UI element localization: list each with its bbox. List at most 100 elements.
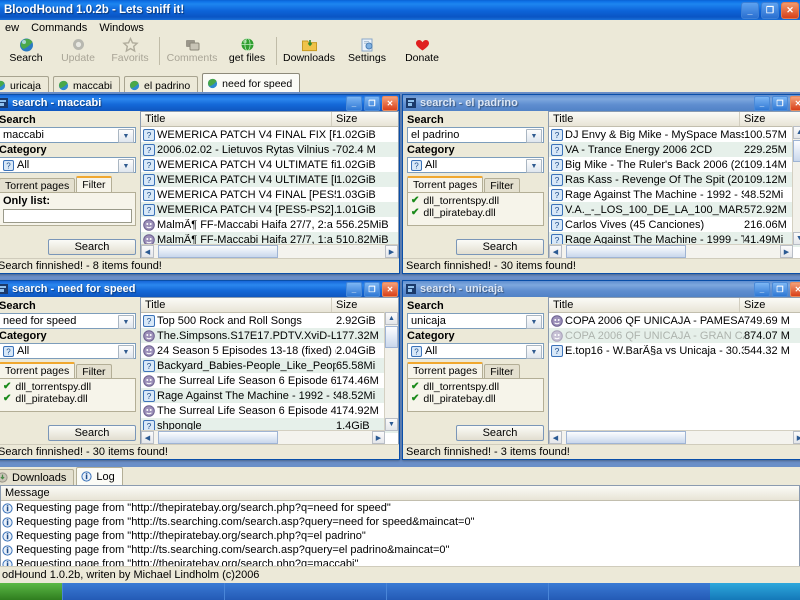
maximize-icon[interactable]: ❐	[772, 282, 788, 297]
scroll-thumb[interactable]	[793, 140, 800, 162]
tab-torrent-pages[interactable]: Torrent pages	[407, 362, 484, 378]
chevron-down-icon[interactable]: ▼	[526, 345, 542, 359]
plugin-checkbox-row[interactable]: ✔ dll_torrentspy.dll	[411, 381, 540, 393]
minimize-icon[interactable]: _	[741, 2, 759, 19]
scroll-up-icon[interactable]: ▲	[793, 126, 800, 139]
table-row[interactable]: ?V.A._-_LOS_100_DE_LA_100_MARZO-5CD-...5…	[549, 202, 800, 217]
horizontal-scrollbar[interactable]: ◀ ▶	[141, 244, 398, 258]
table-row[interactable]: 24 Season 5 Episodes 13-18 (fixed) (RIGH…	[141, 343, 398, 358]
table-row[interactable]: MalmÃ¶ FF-Maccabi Haifa 27/7, 2:a halvle…	[141, 217, 398, 232]
column-header-size[interactable]: Size	[740, 112, 800, 126]
scroll-track[interactable]	[562, 245, 780, 258]
toolbar-button-update[interactable]: Update	[52, 36, 104, 68]
table-row[interactable]: ? Rage Against The Machine - 1992 - Self-…	[549, 187, 800, 202]
scroll-left-icon[interactable]: ◀	[549, 431, 562, 444]
taskbar-item[interactable]	[224, 583, 386, 600]
plugin-checkbox-row[interactable]: ✔ dll_piratebay.dll	[411, 207, 540, 219]
table-row[interactable]: ? 2006.02.02 - Lietuvos Rytas Vilnius --.…	[141, 142, 398, 157]
horizontal-scrollbar[interactable]: ◀ ▶	[549, 244, 793, 258]
minimize-icon[interactable]: _	[346, 282, 362, 297]
vertical-scrollbar[interactable]: ▲ ▼	[792, 126, 800, 245]
list-item[interactable]: Requesting page from "http://ts.searchin…	[1, 515, 799, 529]
column-header-size[interactable]: Size	[332, 298, 398, 312]
search-button[interactable]: Search	[456, 239, 544, 255]
scroll-right-icon[interactable]: ▶	[793, 431, 800, 444]
scroll-track[interactable]	[154, 245, 385, 258]
results-list[interactable]: Title Size ? Top 500 Rock and Roll Songs 2…	[140, 297, 399, 445]
table-row[interactable]: ? DJ Envy & Big Mike - MySpace Massacre V…	[549, 127, 800, 142]
scroll-up-icon[interactable]: ▲	[385, 312, 398, 325]
table-row[interactable]: COPA 2006 QF UNICAJA - GRAN CANARIA ...8…	[549, 328, 800, 343]
list-item[interactable]: Requesting page from "http://thepirateba…	[1, 501, 799, 515]
table-row[interactable]: ? Ras Kass - Revenge Of The Spit (2006) -…	[549, 172, 800, 187]
column-header-title[interactable]: Title	[141, 112, 332, 126]
column-header-title[interactable]: Title	[141, 298, 332, 312]
table-row[interactable]: ? Carlos Vives (45 Canciones) 216.06M	[549, 217, 800, 232]
tab-log[interactable]: Log	[76, 467, 123, 485]
scroll-thumb[interactable]	[385, 326, 398, 348]
results-list[interactable]: Title Size ? DJ Envy & Big Mike - MySpace…	[548, 111, 800, 259]
search-tab-need-for-speed[interactable]: need for speed	[202, 73, 301, 93]
scroll-left-icon[interactable]: ◀	[141, 431, 154, 444]
list-item[interactable]: Requesting page from "http://ts.searchin…	[1, 543, 799, 557]
category-select[interactable]: ? All ▼	[0, 157, 136, 173]
tab-filter[interactable]: Filter	[484, 364, 520, 378]
close-icon[interactable]: ✕	[790, 282, 800, 297]
results-list[interactable]: Title Size COPA 2006 QF UNICAJA - PAMESA…	[548, 297, 800, 445]
tab-torrent-pages[interactable]: Torrent pages	[0, 178, 76, 192]
column-header-size[interactable]: Size	[740, 298, 800, 312]
start-button[interactable]	[0, 583, 62, 600]
table-row[interactable]: The Surreal Life Season 6 Episode 6 174.4…	[141, 373, 398, 388]
tab-torrent-pages[interactable]: Torrent pages	[407, 176, 484, 192]
list-item[interactable]: Requesting page from "http://thepirateba…	[1, 529, 799, 543]
horizontal-scrollbar[interactable]: ◀ ▶	[141, 430, 385, 444]
scroll-right-icon[interactable]: ▶	[780, 245, 793, 258]
table-row[interactable]: ? E.top16 - W.BarÃ§a vs Unicaja - 30.3.0.…	[549, 343, 800, 358]
chevron-down-icon[interactable]: ▼	[118, 345, 134, 359]
taskbar-item[interactable]	[548, 583, 710, 600]
toolbar-button-donate[interactable]: Donate	[396, 36, 448, 68]
chevron-down-icon[interactable]: ▼	[526, 315, 542, 329]
table-row[interactable]: ? WEMERICA PATCH V4 FINAL FIX [PES5-PS...…	[141, 127, 398, 142]
toolbar-button-favorits[interactable]: Favorits	[104, 36, 156, 68]
table-row[interactable]: The Surreal Life Season 6 Episode 4 ITS …	[141, 403, 398, 418]
only-list-input[interactable]	[3, 209, 132, 223]
maximize-icon[interactable]: ❐	[364, 96, 380, 111]
category-select[interactable]: ? All ▼	[0, 343, 136, 359]
table-row[interactable]: ? WEMERICA PATCH V4 ULTIMATE fix [PES5...…	[141, 157, 398, 172]
search-button[interactable]: Search	[48, 239, 136, 255]
search-button[interactable]: Search	[456, 425, 544, 441]
scroll-thumb[interactable]	[158, 431, 278, 444]
system-tray[interactable]	[710, 583, 800, 600]
table-row[interactable]: The.Simpsons.S17E17.PDTV.XviD-LOL 177.32M	[141, 328, 398, 343]
column-header-size[interactable]: Size	[332, 112, 398, 126]
tab-filter[interactable]: Filter	[484, 178, 520, 192]
log-column-header-message[interactable]: Message	[1, 486, 799, 501]
maximize-icon[interactable]: ❐	[772, 96, 788, 111]
menu-item-view[interactable]: ew	[0, 21, 26, 35]
scroll-thumb[interactable]	[566, 431, 686, 444]
chevron-down-icon[interactable]: ▼	[118, 129, 134, 143]
toolbar-button-downloads[interactable]: Downloads	[280, 36, 338, 68]
table-row[interactable]: ? Backyard_Babies-People_Like_People_Like…	[141, 358, 398, 373]
close-icon[interactable]: ✕	[790, 96, 800, 111]
taskbar-item[interactable]	[386, 583, 548, 600]
scroll-right-icon[interactable]: ▶	[385, 245, 398, 258]
toolbar-button-search[interactable]: Search	[0, 36, 52, 68]
column-header-title[interactable]: Title	[549, 298, 740, 312]
plugin-checkbox-row[interactable]: ✔ dll_torrentspy.dll	[411, 195, 540, 207]
close-icon[interactable]: ✕	[781, 2, 799, 19]
log-list[interactable]: Message Requesting page from "http://the…	[0, 485, 800, 570]
search-button[interactable]: Search	[48, 425, 136, 441]
horizontal-scrollbar[interactable]: ◀ ▶	[549, 430, 800, 444]
results-list[interactable]: Title Size ? WEMERICA PATCH V4 FINAL FIX …	[140, 111, 399, 259]
plugin-checkbox-row[interactable]: ✔ dll_torrentspy.dll	[3, 381, 132, 393]
tab-torrent-pages[interactable]: Torrent pages	[0, 362, 76, 378]
column-header-title[interactable]: Title	[549, 112, 740, 126]
plugin-checkbox-row[interactable]: ✔ dll_piratebay.dll	[411, 393, 540, 405]
tab-filter[interactable]: Filter	[76, 364, 112, 378]
minimize-icon[interactable]: _	[754, 282, 770, 297]
tab-downloads[interactable]: Downloads	[0, 469, 75, 485]
search-window-unicaja[interactable]: search - unicaja _ ❐ ✕ Search unicaja ▼ …	[402, 280, 800, 460]
scroll-down-icon[interactable]: ▼	[793, 232, 800, 245]
